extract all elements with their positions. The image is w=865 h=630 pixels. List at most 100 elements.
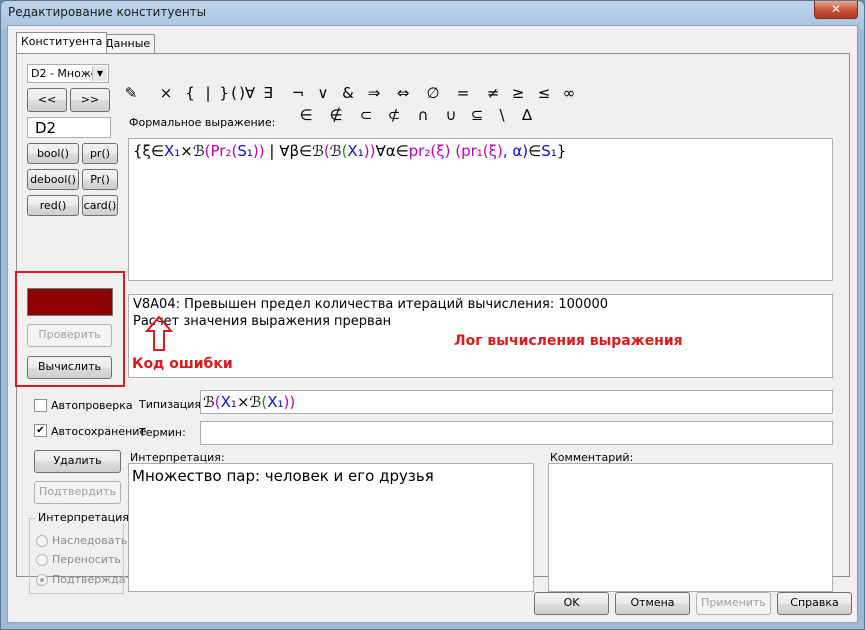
- interpretation-groupbox: Интерпретация Наследовать Переносить Под…: [29, 511, 138, 594]
- expression-token: ∈: [528, 142, 542, 160]
- expression-token: X₁: [267, 393, 284, 411]
- expression-token: ×: [180, 142, 193, 160]
- expression-token: Pr₂: [210, 142, 232, 160]
- symbol-button[interactable]: =: [452, 84, 474, 102]
- bool-button[interactable]: bool(): [27, 143, 79, 164]
- constituent-selector[interactable]: D2 - Множес ▼: [27, 64, 109, 83]
- expression-token: )): [363, 142, 376, 160]
- formal-expression-text: {ξ∈X₁×ℬ(Pr₂(S₁)) | ∀β∈ℬ(ℬ(X₁))∀α∈pr₂(ξ) …: [133, 142, 566, 160]
- symbol-button[interactable]: ∃: [257, 84, 279, 102]
- delete-button[interactable]: Удалить: [34, 450, 121, 473]
- confirm-radio[interactable]: [36, 574, 48, 586]
- symbol-button[interactable]: ∨: [312, 84, 334, 102]
- pr-button[interactable]: pr(): [82, 143, 118, 164]
- red-button[interactable]: red(): [27, 195, 79, 216]
- tab-constituent[interactable]: Конституента: [16, 32, 108, 53]
- chevron-down-icon[interactable]: ▼: [92, 66, 107, 81]
- expression-token: X₁: [220, 393, 237, 411]
- check-button[interactable]: Проверить: [27, 324, 112, 347]
- next-button[interactable]: >>: [70, 88, 110, 112]
- comment-editor[interactable]: [548, 463, 833, 592]
- confirm-button[interactable]: Подтвердить: [34, 481, 121, 504]
- symbol-button[interactable]: ¬: [287, 84, 309, 102]
- expression-token: ℬ: [203, 393, 215, 411]
- typing-label: Типизация:: [139, 398, 205, 411]
- cancel-button[interactable]: Отмена: [615, 592, 690, 615]
- alias-value: D2: [35, 119, 57, 137]
- evaluation-log: V8A04: Превышен предел количества итерац…: [128, 294, 833, 378]
- typing-field: ℬ(X₁×ℬ(X₁)): [200, 390, 833, 414]
- interpretation-text: Множество пар: человек и его друзья: [132, 467, 434, 485]
- prev-button[interactable]: <<: [27, 88, 67, 112]
- close-button[interactable]: ✕: [814, 1, 858, 19]
- dialog-client: Конституента Данные D2 - Множес ▼ << >> …: [7, 25, 858, 623]
- expression-token: pr₂(ξ): [408, 142, 451, 160]
- tab-data[interactable]: Данные: [100, 34, 156, 53]
- inherit-label: Наследовать: [52, 534, 128, 547]
- expression-token: )): [252, 142, 265, 160]
- expression-token: {ξ∈: [133, 142, 164, 160]
- up-arrow-icon: [145, 316, 173, 351]
- expression-token: ∀α∈: [375, 142, 409, 160]
- expression-token: ℬ: [192, 142, 205, 160]
- symbol-button[interactable]: &: [337, 84, 359, 102]
- autosave-checkbox[interactable]: ✔: [34, 424, 47, 437]
- window-title: Редактирование конституенты: [8, 5, 207, 19]
- symbol-button[interactable]: ∞: [558, 84, 580, 102]
- Pr-button[interactable]: Pr(): [82, 169, 118, 190]
- error-code-annotation: Код ошибки: [132, 356, 233, 372]
- transfer-radio[interactable]: [36, 554, 48, 566]
- interpretation-group-title: Интерпретация: [36, 511, 131, 524]
- expression-token: ×: [236, 393, 250, 411]
- expression-token: ℬ: [249, 393, 262, 411]
- term-label: Термин:: [139, 426, 186, 439]
- interpretation-editor[interactable]: Множество пар: человек и его друзья: [128, 463, 534, 592]
- formal-expression-editor[interactable]: {ξ∈X₁×ℬ(Pr₂(S₁)) | ∀β∈ℬ(ℬ(X₁))∀α∈pr₂(ξ) …: [128, 138, 833, 281]
- alias-field[interactable]: D2: [27, 117, 111, 138]
- symbol-button[interactable]: ⊄: [383, 106, 405, 124]
- confirm-label: Подтверждать: [52, 573, 139, 586]
- log-line-error: V8A04: Превышен предел количества итерац…: [133, 297, 609, 312]
- title-bar: Редактирование конституенты ✕: [1, 1, 864, 23]
- compute-button[interactable]: Вычислить: [27, 356, 112, 379]
- formal-expression-label: Формальное выражение:: [129, 116, 276, 129]
- expression-token: | ∀β∈ℬ: [264, 142, 324, 160]
- symbol-button[interactable]: ∆: [516, 106, 538, 124]
- apply-button[interactable]: Применить: [696, 592, 771, 615]
- symbol-button[interactable]: ∩: [412, 106, 434, 124]
- autocheck-label: Автопроверка: [51, 399, 133, 412]
- symbol-button[interactable]: ×: [155, 84, 177, 102]
- symbol-button[interactable]: \: [491, 106, 513, 124]
- log-annotation: Лог вычисления выражения: [454, 333, 683, 349]
- card-button[interactable]: card(): [82, 195, 118, 216]
- symbol-button[interactable]: ⇒: [363, 84, 385, 102]
- help-button[interactable]: Справка: [777, 592, 852, 615]
- symbol-button[interactable]: ⊆: [466, 106, 488, 124]
- expression-token: X₁: [163, 142, 181, 160]
- term-input[interactable]: [200, 421, 833, 445]
- symbol-button[interactable]: ≠: [482, 84, 504, 102]
- symbol-button[interactable]: ∉: [325, 106, 347, 124]
- expression-token: S₁: [541, 142, 557, 160]
- expression-token: )): [283, 393, 296, 411]
- expression-token: pr₁(ξ): [461, 142, 503, 160]
- symbol-button[interactable]: ∅: [422, 84, 444, 102]
- expression-token: }: [556, 142, 567, 160]
- status-indicator: [27, 288, 113, 316]
- symbol-button[interactable]: ≥: [507, 84, 529, 102]
- symbol-button[interactable]: ⊂: [355, 106, 377, 124]
- debool-button[interactable]: debool(): [27, 169, 79, 190]
- autosave-label: Автосохранение: [51, 425, 147, 438]
- expression-token: X₁: [347, 142, 364, 160]
- symbol-button[interactable]: ⇔: [392, 84, 414, 102]
- constituent-panel: D2 - Множес ▼ << >> D2 bool() pr() deboo…: [15, 53, 850, 594]
- symbol-button[interactable]: ∪: [440, 106, 462, 124]
- symbol-button[interactable]: ✎: [120, 84, 142, 102]
- dialog-window: Редактирование конституенты ✕ Конституен…: [0, 0, 865, 630]
- ok-button[interactable]: OK: [534, 592, 609, 615]
- expression-token: , α): [502, 142, 529, 160]
- symbol-button[interactable]: ≤: [533, 84, 555, 102]
- symbol-button[interactable]: ∈: [295, 106, 317, 124]
- inherit-radio[interactable]: [36, 535, 48, 547]
- autocheck-checkbox[interactable]: [34, 399, 47, 412]
